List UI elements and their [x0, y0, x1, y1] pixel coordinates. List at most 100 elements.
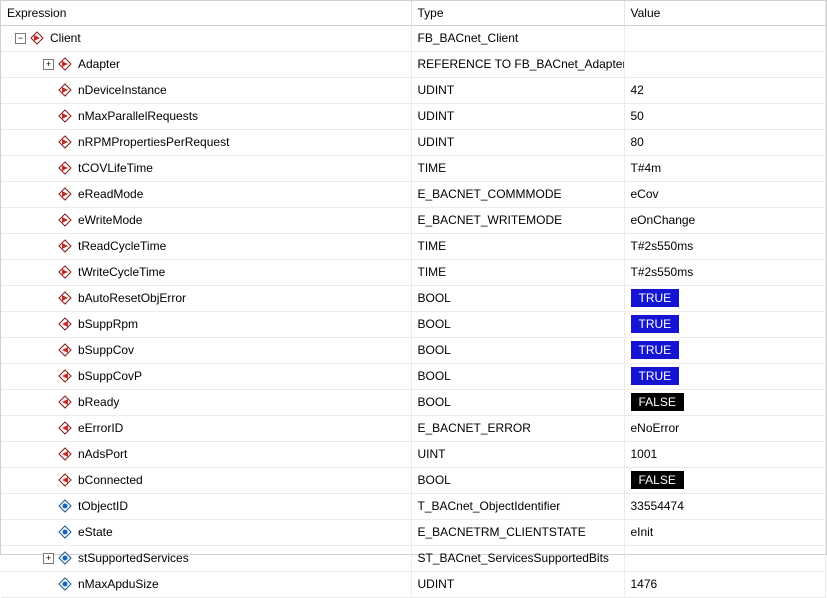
value-cell[interactable]: 42 [624, 77, 826, 103]
var-out-icon [58, 317, 72, 331]
variable-name: bConnected [76, 473, 143, 487]
var-out-icon [58, 395, 72, 409]
var-int-icon [58, 525, 72, 539]
table-row[interactable]: bConnectedBOOLFALSE [1, 467, 826, 493]
value-cell[interactable] [624, 51, 826, 77]
expression-cell[interactable]: −Client [1, 25, 411, 51]
expression-cell[interactable]: eState [1, 519, 411, 545]
expression-cell[interactable]: bSuppRpm [1, 311, 411, 337]
expression-cell[interactable]: tWriteCycleTime [1, 259, 411, 285]
type-cell: TIME [411, 155, 624, 181]
variable-name: eErrorID [76, 421, 123, 435]
table-row[interactable]: nMaxApduSizeUDINT1476 [1, 571, 826, 597]
expression-cell[interactable]: tCOVLifeTime [1, 155, 411, 181]
expression-cell[interactable]: tObjectID [1, 493, 411, 519]
table-row[interactable]: nDeviceInstanceUDINT42 [1, 77, 826, 103]
expression-cell[interactable]: bConnected [1, 467, 411, 493]
value-cell[interactable]: 80 [624, 129, 826, 155]
value-cell[interactable] [624, 25, 826, 51]
type-cell: TIME [411, 259, 624, 285]
variable-name: tObjectID [76, 499, 128, 513]
type-cell: E_BACNETRM_CLIENTSTATE [411, 519, 624, 545]
value-cell[interactable]: TRUE [624, 363, 826, 389]
expression-cell[interactable]: nAdsPort [1, 441, 411, 467]
table-row[interactable]: +stSupportedServicesST_BACnet_ServicesSu… [1, 545, 826, 571]
variable-name: eWriteMode [76, 213, 142, 227]
col-expression[interactable]: Expression [1, 1, 411, 25]
value-cell[interactable]: 1001 [624, 441, 826, 467]
expression-cell[interactable]: +Adapter [1, 51, 411, 77]
type-cell: E_BACNET_COMMMODE [411, 181, 624, 207]
value-cell[interactable]: FALSE [624, 389, 826, 415]
collapse-icon[interactable]: − [15, 33, 26, 44]
expression-cell[interactable]: bSuppCov [1, 337, 411, 363]
table-row[interactable]: eErrorID E_BACNET_ERROReNoError [1, 415, 826, 441]
expression-cell[interactable]: nRPMPropertiesPerRequest [1, 129, 411, 155]
type-cell: T_BACnet_ObjectIdentifier [411, 493, 624, 519]
var-in-icon [58, 291, 72, 305]
value-cell[interactable]: TRUE [624, 311, 826, 337]
value-cell[interactable]: 1476 [624, 571, 826, 597]
value-cell[interactable]: T#4m [624, 155, 826, 181]
type-cell: BOOL [411, 389, 624, 415]
variable-name: nMaxApduSize [76, 577, 159, 591]
type-cell: REFERENCE TO FB_BACnet_Adapter [411, 51, 624, 77]
table-row[interactable]: tCOVLifeTimeTIMET#4m [1, 155, 826, 181]
expression-cell[interactable]: nMaxParallelRequests [1, 103, 411, 129]
value-cell[interactable]: 50 [624, 103, 826, 129]
table-row[interactable]: tWriteCycleTimeTIMET#2s550ms [1, 259, 826, 285]
expression-cell[interactable]: bReady [1, 389, 411, 415]
table-row[interactable]: nRPMPropertiesPerRequestUDINT80 [1, 129, 826, 155]
value-cell[interactable]: eOnChange [624, 207, 826, 233]
type-cell: E_BACNET_ERROR [411, 415, 624, 441]
expression-cell[interactable]: tReadCycleTime [1, 233, 411, 259]
expression-cell[interactable]: bAutoResetObjError [1, 285, 411, 311]
type-cell: ST_BACnet_ServicesSupportedBits [411, 545, 624, 571]
value-cell[interactable]: T#2s550ms [624, 259, 826, 285]
table-row[interactable]: bSuppRpmBOOLTRUE [1, 311, 826, 337]
value-cell[interactable] [624, 545, 826, 571]
value-cell[interactable]: eInit [624, 519, 826, 545]
table-row[interactable]: bAutoResetObjError BOOLTRUE [1, 285, 826, 311]
table-row[interactable]: tReadCycleTimeTIMET#2s550ms [1, 233, 826, 259]
type-cell: BOOL [411, 285, 624, 311]
table-row[interactable]: eReadModeE_BACNET_COMMMODEeCov [1, 181, 826, 207]
value-cell[interactable]: eNoError [624, 415, 826, 441]
table-row[interactable]: tObjectID T_BACnet_ObjectIdentifier335544… [1, 493, 826, 519]
value-cell[interactable]: 33554474 [624, 493, 826, 519]
value-cell[interactable]: FALSE [624, 467, 826, 493]
expression-cell[interactable]: eErrorID [1, 415, 411, 441]
value-cell[interactable]: TRUE [624, 285, 826, 311]
table-row[interactable]: −ClientFB_BACnet_Client [1, 25, 826, 51]
table-row[interactable]: bReadyBOOLFALSE [1, 389, 826, 415]
value-cell[interactable]: T#2s550ms [624, 233, 826, 259]
col-value[interactable]: Value [624, 1, 826, 25]
expression-cell[interactable]: eWriteMode [1, 207, 411, 233]
expression-cell[interactable]: bSuppCovP [1, 363, 411, 389]
variable-name: bSuppCov [76, 343, 134, 357]
value-cell[interactable]: eCov [624, 181, 826, 207]
bool-true-badge: TRUE [631, 341, 680, 359]
type-cell: BOOL [411, 337, 624, 363]
bool-true-badge: TRUE [631, 367, 680, 385]
var-in-icon [58, 109, 72, 123]
expand-icon[interactable]: + [43, 553, 54, 564]
expression-cell[interactable]: eReadMode [1, 181, 411, 207]
table-row[interactable]: bSuppCovPBOOLTRUE [1, 363, 826, 389]
table-row[interactable]: nAdsPortUINT1001 [1, 441, 826, 467]
table-row[interactable]: eWriteMode E_BACNET_WRITEMODEeOnChange [1, 207, 826, 233]
value-cell[interactable]: TRUE [624, 337, 826, 363]
expression-cell[interactable]: +stSupportedServices [1, 545, 411, 571]
expand-icon[interactable]: + [43, 59, 54, 70]
col-type[interactable]: Type [411, 1, 624, 25]
table-row[interactable]: bSuppCov BOOL TRUE [1, 337, 826, 363]
type-cell: E_BACNET_WRITEMODE [411, 207, 624, 233]
table-row[interactable]: +AdapterREFERENCE TO FB_BACnet_Adapter [1, 51, 826, 77]
expression-cell[interactable]: nMaxApduSize [1, 571, 411, 597]
var-in-icon [58, 83, 72, 97]
variable-name: bAutoResetObjError [76, 291, 186, 305]
expression-cell[interactable]: nDeviceInstance [1, 77, 411, 103]
table-row[interactable]: eStateE_BACNETRM_CLIENTSTATEeInit [1, 519, 826, 545]
var-in-icon [58, 57, 72, 71]
table-row[interactable]: nMaxParallelRequestsUDINT50 [1, 103, 826, 129]
